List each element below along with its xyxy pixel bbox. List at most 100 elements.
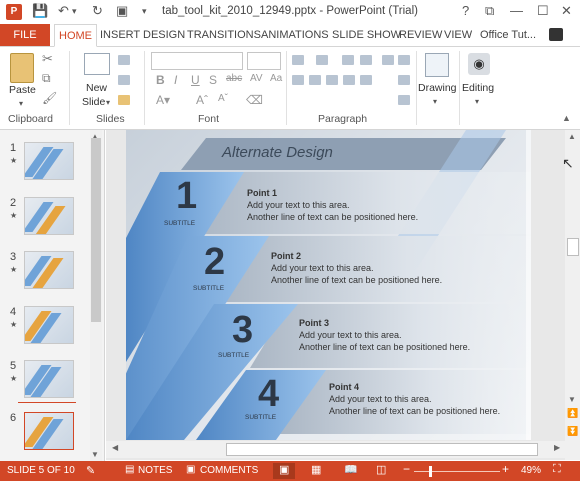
reset-icon[interactable] bbox=[118, 75, 130, 85]
smartart-icon[interactable] bbox=[398, 95, 410, 105]
zoom-out-button[interactable]: − bbox=[403, 462, 410, 476]
editing-dropdown-icon[interactable]: ▾ bbox=[475, 97, 479, 106]
zoom-slider-track[interactable] bbox=[414, 471, 500, 472]
slide-canvas[interactable]: Alternate Design 1 SUBTITLE Point 1 Add … bbox=[126, 130, 531, 440]
scroll-down-icon[interactable]: ▼ bbox=[91, 450, 99, 459]
clear-formatting-icon[interactable]: ⌫ bbox=[246, 93, 263, 107]
drawing-dropdown-icon[interactable]: ▾ bbox=[433, 97, 437, 106]
new-slide-button-line1[interactable]: New bbox=[86, 82, 107, 94]
increase-indent-icon[interactable] bbox=[360, 55, 372, 65]
bold-button[interactable]: B bbox=[156, 73, 165, 87]
scroll-down-icon[interactable]: ▼ bbox=[568, 395, 576, 404]
close-icon[interactable]: ✕ bbox=[561, 3, 572, 19]
reading-view-icon[interactable]: 📖 bbox=[344, 463, 358, 476]
tab-slide-show[interactable]: SLIDE SHOW bbox=[328, 24, 405, 46]
new-slide-button-line2[interactable]: Slide bbox=[82, 96, 105, 108]
next-slide-icon[interactable]: ⏬ bbox=[567, 426, 578, 437]
slide-title[interactable]: Alternate Design bbox=[222, 144, 333, 161]
point-line2-4[interactable]: Another line of text can be positioned h… bbox=[329, 406, 500, 416]
font-name-input[interactable] bbox=[151, 52, 243, 70]
editing-button[interactable]: Editing bbox=[462, 82, 494, 94]
align-left-icon[interactable] bbox=[292, 75, 304, 85]
scrollbar-thumb[interactable] bbox=[567, 238, 579, 256]
increase-font-icon[interactable]: Aˆ bbox=[196, 93, 208, 107]
align-text-icon[interactable] bbox=[398, 75, 410, 85]
tab-design[interactable]: DESIGN bbox=[139, 24, 189, 46]
ribbon-display-options-icon[interactable]: ⧉ bbox=[485, 3, 494, 19]
point-line1-3[interactable]: Add your text to this area. bbox=[299, 330, 402, 340]
paste-dropdown-icon[interactable]: ▾ bbox=[19, 99, 23, 108]
zoom-level[interactable]: 49% bbox=[521, 465, 541, 476]
notes-icon[interactable]: ▤ bbox=[125, 464, 134, 475]
paste-button[interactable]: Paste bbox=[9, 84, 36, 96]
shapes-icon[interactable] bbox=[425, 53, 449, 77]
text-direction-icon[interactable] bbox=[398, 55, 410, 65]
drawing-button[interactable]: Drawing bbox=[418, 82, 457, 94]
tab-home[interactable]: HOME bbox=[54, 24, 97, 47]
find-binoculars-icon[interactable]: ◉ bbox=[468, 53, 490, 75]
bullets-icon[interactable] bbox=[292, 55, 304, 65]
numbering-icon[interactable] bbox=[316, 55, 328, 65]
decrease-indent-icon[interactable] bbox=[342, 55, 354, 65]
section-icon[interactable] bbox=[118, 95, 130, 105]
align-right-icon[interactable] bbox=[326, 75, 338, 85]
point-heading-1[interactable]: Point 1 bbox=[247, 188, 277, 198]
align-center-icon[interactable] bbox=[309, 75, 321, 85]
italic-button[interactable]: I bbox=[174, 73, 177, 87]
point-line2-1[interactable]: Another line of text can be positioned h… bbox=[247, 212, 418, 222]
tab-view[interactable]: VIEW bbox=[440, 24, 476, 46]
change-case-button[interactable]: Aa bbox=[270, 73, 282, 84]
normal-view-icon[interactable]: ▣ bbox=[279, 463, 289, 476]
slide-thumbnail-5[interactable] bbox=[24, 360, 74, 398]
cut-icon[interactable]: ✂ bbox=[42, 51, 53, 67]
scroll-left-icon[interactable]: ◀ bbox=[112, 443, 118, 452]
underline-button[interactable]: U bbox=[191, 73, 200, 87]
comments-icon[interactable]: ▣ bbox=[186, 464, 195, 475]
line-spacing-icon[interactable] bbox=[382, 55, 394, 65]
tab-transitions[interactable]: TRANSITIONS bbox=[183, 24, 265, 46]
point-line1-4[interactable]: Add your text to this area. bbox=[329, 394, 432, 404]
tab-insert[interactable]: INSERT bbox=[96, 24, 144, 46]
justify-icon[interactable] bbox=[343, 75, 355, 85]
minimize-icon[interactable]: — bbox=[510, 3, 523, 18]
account-avatar[interactable] bbox=[549, 28, 563, 41]
copy-icon[interactable]: ⧉ bbox=[42, 71, 51, 86]
point-line2-2[interactable]: Another line of text can be positioned h… bbox=[271, 275, 442, 285]
decrease-font-icon[interactable]: Aˇ bbox=[218, 93, 228, 104]
font-color-icon[interactable]: A▾ bbox=[156, 93, 170, 107]
layout-icon[interactable] bbox=[118, 55, 130, 65]
new-slide-dropdown-icon[interactable]: ▾ bbox=[106, 98, 110, 107]
shadow-button[interactable]: S bbox=[209, 73, 217, 87]
scroll-right-icon[interactable]: ▶ bbox=[554, 443, 560, 452]
slide-vertical-scrollbar[interactable]: ▲ ▼ ⏫ ⏬ bbox=[565, 130, 580, 460]
fit-slide-icon[interactable]: ⛶ bbox=[553, 463, 561, 476]
slide-thumbnail-4[interactable] bbox=[24, 306, 74, 344]
point-heading-4[interactable]: Point 4 bbox=[329, 382, 359, 392]
slide-thumbnail-3[interactable] bbox=[24, 251, 74, 289]
spellcheck-icon[interactable]: ✎ bbox=[86, 464, 95, 477]
previous-slide-icon[interactable]: ⏫ bbox=[567, 408, 578, 419]
slide-thumbnail-6[interactable] bbox=[24, 412, 74, 450]
help-icon[interactable]: ? bbox=[462, 3, 469, 18]
scrollbar-thumb[interactable] bbox=[226, 443, 538, 456]
format-painter-icon[interactable]: 🖌 bbox=[42, 91, 57, 105]
slide-thumbnail-2[interactable] bbox=[24, 197, 74, 235]
slide-horizontal-scrollbar[interactable]: ◀ ▶ bbox=[106, 441, 565, 458]
point-heading-2[interactable]: Point 2 bbox=[271, 251, 301, 261]
columns-icon[interactable] bbox=[360, 75, 372, 85]
paste-icon[interactable] bbox=[10, 53, 34, 83]
strikethrough-button[interactable]: abc bbox=[226, 73, 242, 84]
slide-thumbnail-1[interactable] bbox=[24, 142, 74, 180]
character-spacing-button[interactable]: AV bbox=[250, 73, 263, 84]
scrollbar-thumb[interactable] bbox=[91, 138, 101, 322]
maximize-icon[interactable]: ☐ bbox=[537, 3, 549, 19]
point-line2-3[interactable]: Another line of text can be positioned h… bbox=[299, 342, 470, 352]
point-line1-2[interactable]: Add your text to this area. bbox=[271, 263, 374, 273]
scroll-up-icon[interactable]: ▲ bbox=[568, 132, 576, 141]
zoom-in-button[interactable]: + bbox=[502, 462, 509, 476]
thumbnail-scrollbar[interactable]: ▲ ▼ bbox=[90, 130, 102, 461]
tab-animations[interactable]: ANIMATIONS bbox=[257, 24, 333, 46]
point-heading-3[interactable]: Point 3 bbox=[299, 318, 329, 328]
point-line1-1[interactable]: Add your text to this area. bbox=[247, 200, 350, 210]
tab-review[interactable]: REVIEW bbox=[395, 24, 446, 46]
